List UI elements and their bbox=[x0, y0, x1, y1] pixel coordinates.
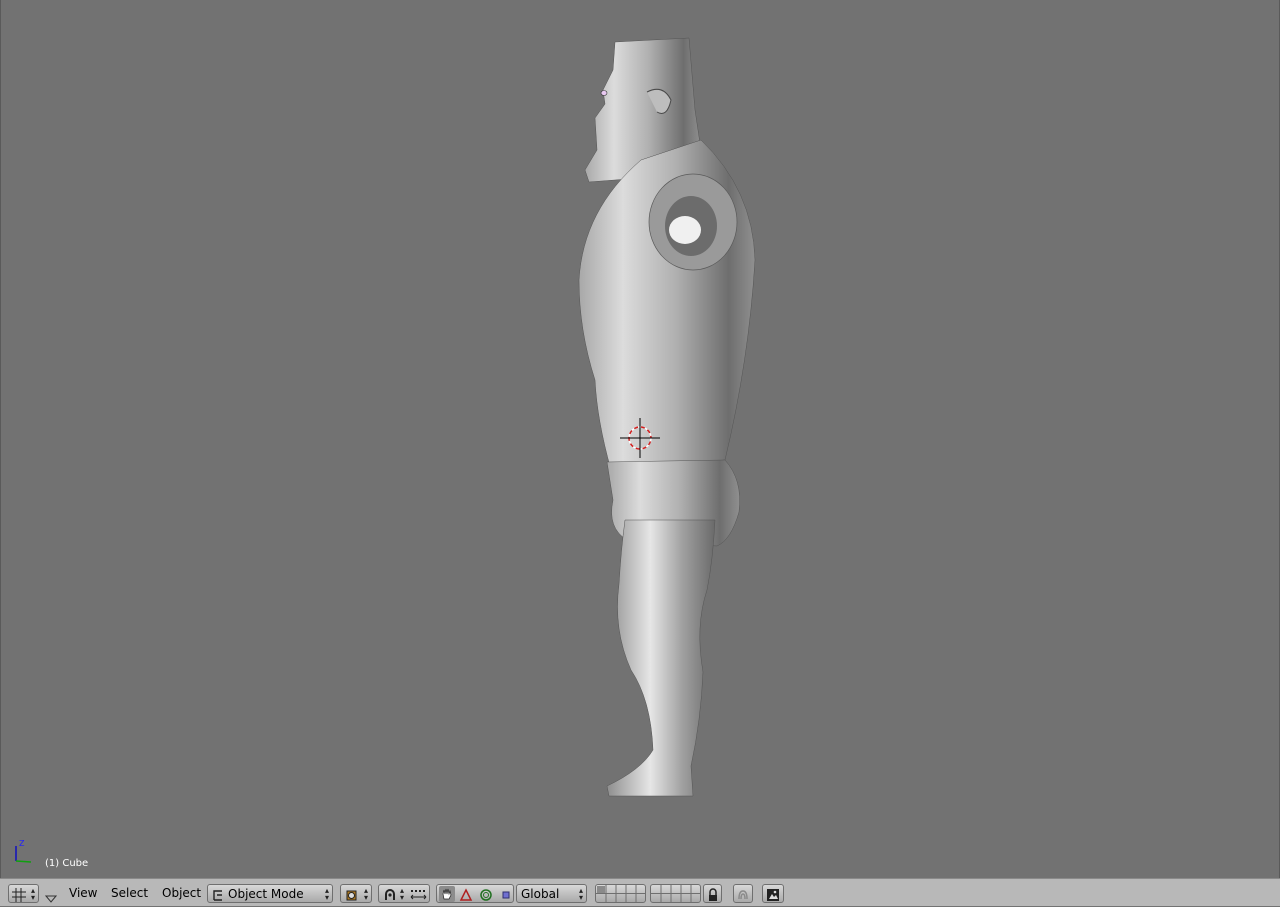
render-button[interactable] bbox=[762, 884, 784, 903]
axis-gizmo: Z bbox=[15, 839, 32, 863]
ghost-button[interactable] bbox=[733, 884, 753, 903]
layer-buttons[interactable] bbox=[596, 885, 645, 902]
triangle-down-icon[interactable] bbox=[44, 888, 58, 907]
draw-type-icon bbox=[344, 887, 360, 906]
axis-z-label: Z bbox=[19, 839, 25, 848]
active-object-label: (1) Cube bbox=[45, 858, 89, 869]
pivot-snap-group: ▴ ▾ bbox=[378, 884, 430, 903]
model-leg bbox=[606, 519, 716, 797]
translate-icon[interactable] bbox=[459, 887, 473, 906]
mode-dropdown[interactable]: Object Mode ▴ ▾ bbox=[207, 884, 333, 903]
menu-view[interactable]: View bbox=[69, 886, 97, 900]
updown-arrows-icon: ▴ ▾ bbox=[30, 886, 35, 902]
ghost-icon bbox=[736, 887, 750, 906]
mode-dropdown-label: Object Mode bbox=[228, 887, 304, 901]
editor-type-button[interactable]: ▴ ▾ bbox=[8, 884, 39, 903]
menu-select[interactable]: Select bbox=[111, 886, 148, 900]
menu-object[interactable]: Object bbox=[162, 886, 201, 900]
draw-type-button[interactable]: ▴ ▾ bbox=[340, 884, 372, 903]
eye bbox=[600, 90, 608, 96]
character-model bbox=[578, 37, 756, 797]
updown-arrows-icon: ▴ ▾ bbox=[400, 886, 405, 902]
rotate-icon[interactable] bbox=[479, 887, 493, 906]
pivot-icon[interactable] bbox=[382, 887, 398, 906]
snap-icon[interactable] bbox=[410, 887, 428, 906]
layer-buttons[interactable] bbox=[651, 885, 700, 902]
updown-arrows-icon: ▴ ▾ bbox=[578, 886, 583, 902]
render-icon bbox=[766, 887, 780, 906]
3d-viewport[interactable]: Z (1) Cube bbox=[0, 0, 1280, 878]
orientation-label: Global bbox=[521, 887, 560, 901]
updown-arrows-icon: ▴ ▾ bbox=[324, 886, 329, 902]
orientation-dropdown[interactable]: Global ▴ ▾ bbox=[516, 884, 587, 903]
updown-arrows-icon: ▴ ▾ bbox=[363, 886, 368, 902]
lock-icon bbox=[706, 887, 720, 906]
hand-icon[interactable] bbox=[439, 886, 455, 906]
layers-group-2[interactable] bbox=[650, 884, 701, 903]
lock-button[interactable] bbox=[703, 884, 722, 903]
object-mode-icon bbox=[211, 887, 225, 906]
grid-icon bbox=[12, 887, 26, 906]
viewport-header: ▴ ▾ View Select Object Object Mode ▴ ▾ ▴ ▾ … bbox=[0, 878, 1280, 906]
scale-icon[interactable] bbox=[499, 887, 513, 906]
manipulator-group bbox=[436, 884, 514, 903]
layers-group-1[interactable] bbox=[595, 884, 646, 903]
